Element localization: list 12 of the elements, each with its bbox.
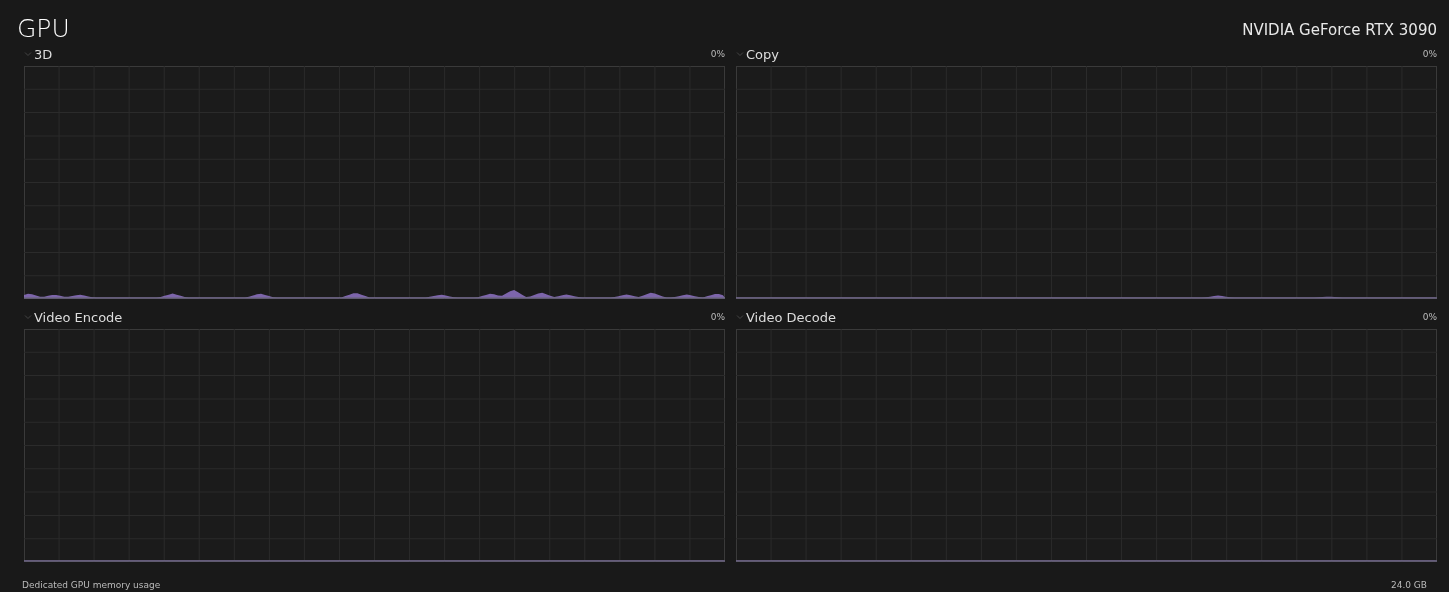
engine-label: Video Encode xyxy=(34,309,123,325)
engine-label: Copy xyxy=(746,46,779,62)
utilization-reading: 0% xyxy=(710,312,725,322)
engine-label: 3D xyxy=(34,46,53,62)
memory-capacity: 24.0 GB xyxy=(1390,580,1427,590)
utilization-reading: 0% xyxy=(1422,312,1437,322)
memory-label: Dedicated GPU memory usage xyxy=(22,580,161,590)
utilization-reading: 0% xyxy=(1422,49,1437,59)
engine-label: Video Decode xyxy=(746,309,836,325)
utilization-reading: 0% xyxy=(710,49,725,59)
page-title: GPU xyxy=(17,14,70,44)
device-name: NVIDIA GeForce RTX 3090 xyxy=(1242,21,1437,41)
